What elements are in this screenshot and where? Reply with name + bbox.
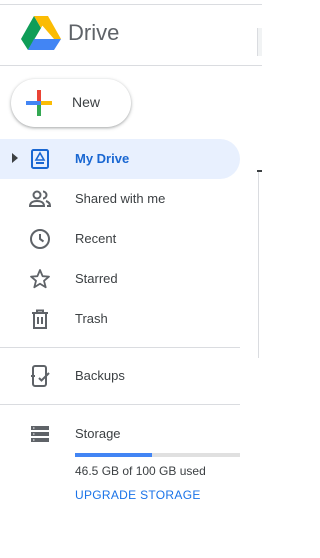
shared-people-icon <box>28 190 52 207</box>
sidebar-item-trash[interactable]: Trash <box>0 299 240 339</box>
sidebar-item-label: Backups <box>75 368 125 383</box>
sidebar-item-label: Trash <box>75 311 108 326</box>
sidebar-divider <box>0 347 240 348</box>
upgrade-storage-link[interactable]: UPGRADE STORAGE <box>75 488 201 502</box>
sidebar-item-label: Starred <box>75 271 118 286</box>
sidebar-item-label: Shared with me <box>75 191 166 206</box>
search-bar-edge[interactable] <box>257 28 262 56</box>
storage-usage-fill <box>75 453 152 457</box>
my-drive-icon <box>31 149 49 169</box>
sidebar-item-shared-with-me[interactable]: Shared with me <box>0 179 240 219</box>
storage-usage-text: 46.5 GB of 100 GB used <box>75 464 206 478</box>
new-button-label: New <box>72 94 101 110</box>
window-top-border <box>0 4 262 5</box>
sidebar-item-label: Recent <box>75 231 117 246</box>
sidebar-item-label: My Drive <box>75 151 130 166</box>
trash-icon <box>32 309 48 329</box>
app-title: Drive <box>68 20 120 45</box>
storage-icon <box>31 426 49 442</box>
backup-device-icon <box>31 365 50 387</box>
storage-usage-bar <box>75 453 240 457</box>
app-header: Drive <box>0 0 262 66</box>
sidebar-divider <box>0 404 240 405</box>
sidebar-item-label: Storage <box>75 426 121 441</box>
sidebar-item-recent[interactable]: Recent <box>0 219 240 259</box>
sidebar-item-storage[interactable]: Storage <box>0 414 240 454</box>
main-content-edge <box>258 170 262 358</box>
sidebar-item-starred[interactable]: Starred <box>0 259 240 299</box>
star-icon <box>30 269 50 289</box>
clock-icon <box>30 229 50 249</box>
new-button[interactable]: New <box>11 79 131 127</box>
plus-icon <box>26 90 52 116</box>
google-drive-logo-icon[interactable] <box>21 15 61 51</box>
sidebar-item-my-drive[interactable]: My Drive <box>0 139 240 179</box>
sidebar-item-backups[interactable]: Backups <box>0 356 240 396</box>
expand-caret-icon[interactable] <box>12 153 18 163</box>
main-content-edge-accent <box>257 170 262 172</box>
